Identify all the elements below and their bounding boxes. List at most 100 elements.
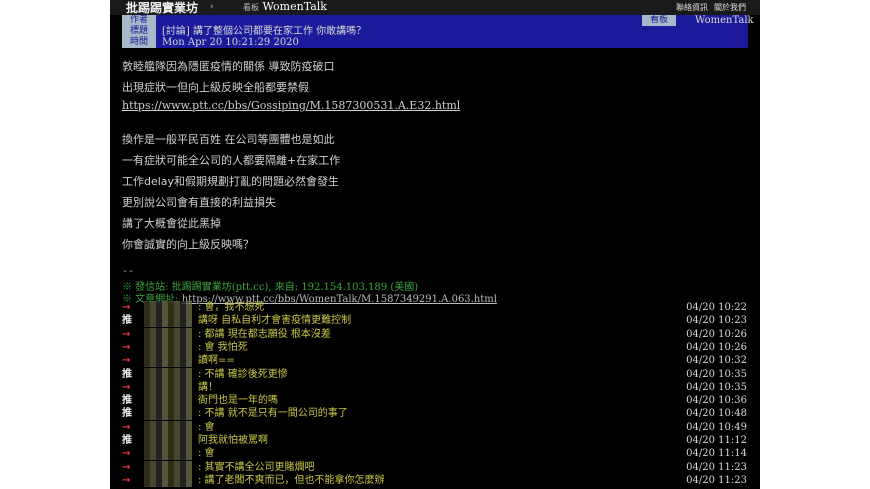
meta-author-row: 作者 看板 WomenTalk (122, 15, 754, 26)
push-row: 推 : 不講 確診後死更慘 04/20 10:35 (122, 367, 752, 381)
push-row: → : 都講 現在都志願役 根本沒差 04/20 10:26 (122, 327, 752, 341)
meta-time-value: Mon Apr 20 10:21:29 2020 (162, 37, 299, 48)
ptt-article-page: 批踢踢實業坊 › 看板 WomenTalk 聯絡資訊 關於我們 作者 看板 Wo… (110, 0, 760, 489)
push-time: 04/20 11:23 (686, 474, 747, 486)
push-time: 04/20 10:26 (686, 328, 747, 340)
push-tag: → (122, 302, 131, 313)
push-user-id-mosaic (144, 420, 192, 434)
board-name: WomenTalk (262, 0, 327, 13)
meta-time-label: 時間 (122, 37, 156, 48)
mosaic-blur (144, 367, 192, 381)
push-user-id-mosaic (144, 407, 192, 421)
mosaic-blur (144, 340, 192, 354)
push-content: : 不講 確診後死更慘 (198, 368, 288, 380)
push-user-id-mosaic (144, 473, 192, 487)
mosaic-blur (144, 420, 192, 434)
push-time: 04/20 10:22 (686, 302, 747, 313)
meta-board-label: 看板 (642, 15, 676, 26)
push-time: 04/20 10:35 (686, 368, 747, 380)
push-row: 推 衙門也是一年的嗎 04/20 10:36 (122, 394, 752, 408)
mosaic-blur (144, 354, 192, 368)
source-url-link[interactable]: https://www.ptt.cc/bbs/Gossiping/M.15873… (122, 99, 460, 112)
push-row: → : 會，我不想死 04/20 10:22 (122, 301, 752, 314)
mosaic-blur (144, 447, 192, 461)
body-line: 你會誠實的向上級反映嗎？ (122, 238, 254, 251)
push-time: 04/20 10:35 (686, 381, 747, 393)
push-user-id-mosaic (144, 301, 192, 314)
push-user-id-mosaic (144, 447, 192, 461)
push-tag: → (122, 355, 131, 367)
push-tag: → (122, 448, 131, 460)
push-user-id-mosaic (144, 354, 192, 368)
push-content: : 會，我不想死 (198, 302, 265, 313)
push-content: : 會 (198, 448, 215, 460)
push-row: → : 會 04/20 11:14 (122, 447, 752, 461)
body-line: 換作是一般平民百姓 在公司等團體也是如此 (122, 133, 335, 146)
push-content: 衙門也是一年的嗎 (198, 395, 278, 407)
body-line: 更別說公司會有直接的利益損失 (122, 196, 276, 209)
push-row: 推 講呀 自私自利才會害疫情更難控制 04/20 10:23 (122, 314, 752, 328)
push-row: → 講！ 04/20 10:35 (122, 380, 752, 394)
site-logo-link[interactable]: 批踢踢實業坊 (126, 0, 198, 16)
meta-title-value: [討論] 講了整個公司都要在家工作 你敢講嗎？ (162, 26, 367, 37)
push-time: 04/20 11:12 (686, 435, 747, 446)
mosaic-blur (144, 380, 192, 394)
body-line: 出現症狀一但向上級反映全船都要禁假 (122, 81, 309, 94)
push-content: 讀啊== (198, 355, 235, 367)
push-time: 04/20 10:23 (686, 315, 747, 327)
meta-board-value: WomenTalk (695, 15, 754, 26)
push-tag: 推 (122, 435, 132, 446)
breadcrumb-chevron-icon: › (210, 2, 214, 12)
push-time: 04/20 10:48 (686, 408, 747, 420)
push-content: : 講了老闆不爽而已，但也不能拿你怎麼辦 (198, 474, 385, 486)
push-row: 推: 不講 就不是只有一間公司的事了 04/20 10:48 (122, 407, 752, 421)
body-line: 敦睦艦隊因為隱匿疫情的關係 導致防疫破口 (122, 60, 335, 73)
board-link[interactable]: 看板 WomenTalk (243, 0, 327, 13)
mosaic-blur (144, 301, 192, 314)
meta-author-label: 作者 (122, 15, 156, 26)
signature-separator: -- (122, 266, 135, 277)
push-content: 講！ (198, 381, 218, 393)
push-row: →: 其實不講全公司更賭爛吧 04/20 11:23 (122, 460, 752, 474)
push-content: : 會 我怕死 (198, 341, 248, 353)
push-row: 推 阿我就怕被罵啊 04/20 11:12 (122, 434, 752, 447)
push-tag: 推 (122, 315, 132, 327)
push-tag: 推 (122, 395, 132, 407)
mosaic-blur (144, 314, 192, 328)
push-row: → 讀啊== 04/20 10:32 (122, 354, 752, 368)
push-row: → : 會 04/20 10:49 (122, 420, 752, 434)
mosaic-blur (144, 394, 192, 408)
push-tag: → (122, 341, 131, 353)
push-tag: 推 (122, 368, 132, 380)
push-tag: → (122, 328, 131, 340)
push-user-id-mosaic (144, 434, 192, 447)
body-line: 一有症狀可能全公司的人都要隔離+在家工作 (122, 154, 341, 167)
mosaic-blur (144, 473, 192, 487)
mosaic-blur (144, 407, 192, 421)
push-content: : 不講 就不是只有一間公司的事了 (198, 408, 348, 420)
push-time: 04/20 10:26 (686, 341, 747, 353)
top-bar: 批踢踢實業坊 › 看板 WomenTalk 聯絡資訊 關於我們 (110, 0, 760, 15)
push-user-id-mosaic (144, 327, 192, 341)
push-tag: → (122, 421, 131, 433)
push-user-id-mosaic (144, 394, 192, 408)
contact-link[interactable]: 聯絡資訊 (676, 2, 708, 13)
push-content: 阿我就怕被罵啊 (198, 435, 268, 446)
meta-time-row: 時間 Mon Apr 20 10:21:29 2020 (122, 37, 748, 48)
push-row: → : 講了老闆不爽而已，但也不能拿你怎麼辦 04/20 11:23 (122, 473, 752, 487)
push-content: : 會 (198, 421, 215, 433)
meta-title-label: 標題 (122, 26, 156, 37)
push-time: 04/20 10:49 (686, 421, 747, 433)
push-time: 04/20 11:14 (686, 448, 747, 460)
push-content: : 都講 現在都志願役 根本沒差 (198, 328, 331, 340)
meta-title-row: 標題 [討論] 講了整個公司都要在家工作 你敢講嗎？ (122, 26, 748, 37)
push-user-id-mosaic (144, 460, 192, 474)
push-time: 04/20 11:23 (686, 461, 747, 473)
push-time: 04/20 10:36 (686, 395, 747, 407)
body-line: 講了大概會從此黑掉 (122, 217, 221, 230)
push-user-id-mosaic (144, 340, 192, 354)
about-link[interactable]: 關於我們 (714, 2, 746, 13)
push-user-id-mosaic (144, 380, 192, 394)
push-tag: → (122, 474, 131, 486)
push-content: : 其實不講全公司更賭爛吧 (198, 461, 315, 473)
